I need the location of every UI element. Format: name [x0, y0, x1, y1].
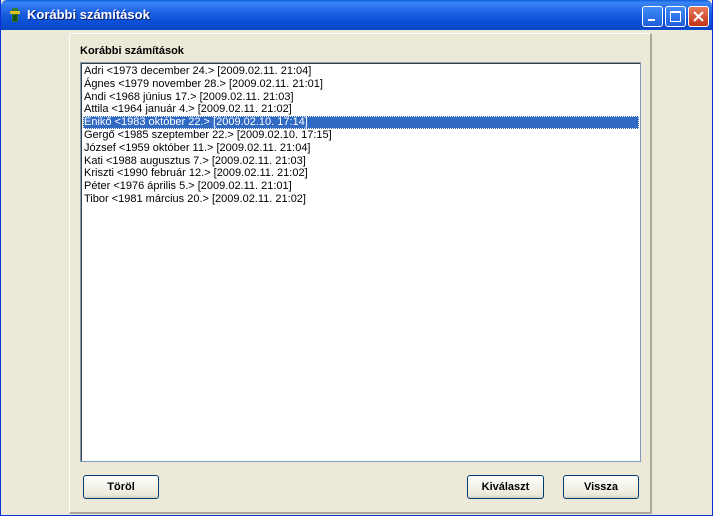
- dialog-window: Korábbi számítások Korábbi számítások Ad…: [0, 0, 713, 516]
- minimize-icon: [648, 19, 655, 21]
- app-icon: [7, 7, 23, 23]
- list-item[interactable]: Tibor <1981 március 20.> [2009.02.11. 21…: [83, 193, 639, 206]
- list-item[interactable]: Andi <1968 június 17.> [2009.02.11. 21:0…: [83, 91, 639, 104]
- window-title: Korábbi számítások: [27, 7, 150, 22]
- title-bar[interactable]: Korábbi számítások: [1, 0, 712, 30]
- list-item[interactable]: József <1959 október 11.> [2009.02.11. 2…: [83, 142, 639, 155]
- list-item[interactable]: Attila <1964 január 4.> [2009.02.11. 21:…: [83, 103, 639, 116]
- list-item[interactable]: Adri <1973 december 24.> [2009.02.11. 21…: [83, 65, 639, 78]
- minimize-button[interactable]: [642, 6, 663, 27]
- close-button[interactable]: [688, 6, 709, 27]
- maximize-button[interactable]: [665, 6, 686, 27]
- back-button[interactable]: Vissza: [563, 475, 639, 499]
- delete-button[interactable]: Töröl: [83, 475, 159, 499]
- list-item[interactable]: Enikő <1983 október 22.> [2009.02.10. 17…: [83, 116, 639, 130]
- list-item[interactable]: Kati <1988 augusztus 7.> [2009.02.11. 21…: [83, 155, 639, 168]
- close-icon: [693, 11, 704, 22]
- maximize-icon: [670, 11, 681, 22]
- group-label: Korábbi számítások: [80, 45, 184, 57]
- list-item[interactable]: Péter <1976 április 5.> [2009.02.11. 21:…: [83, 180, 639, 193]
- list-item[interactable]: Gergő <1985 szeptember 22.> [2009.02.10.…: [83, 129, 639, 142]
- select-button[interactable]: Kiválaszt: [467, 475, 544, 499]
- list-item[interactable]: Ágnes <1979 november 28.> [2009.02.11. 2…: [83, 78, 639, 91]
- list-item[interactable]: Kriszti <1990 február 12.> [2009.02.11. …: [83, 167, 639, 180]
- history-listbox[interactable]: Adri <1973 december 24.> [2009.02.11. 21…: [80, 62, 641, 462]
